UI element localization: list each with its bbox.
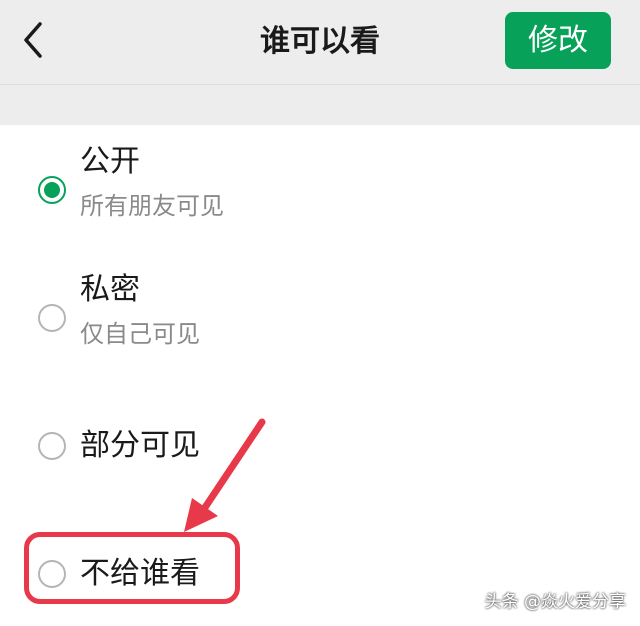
watermark: 头条 @焱火爱分享	[484, 592, 626, 612]
annotation-highlight-box	[24, 532, 240, 604]
option-subtitle: 仅自己可见	[80, 320, 200, 348]
option-title: 公开	[80, 144, 140, 179]
page: 谁可以看 修改 公开 所有朋友可见 私密 仅自己可见 部分可见 不给谁看 头条 …	[0, 0, 640, 626]
nav-bar: 谁可以看 修改	[0, 0, 640, 85]
section-divider	[0, 85, 640, 125]
option-public[interactable]: 公开 所有朋友可见	[0, 140, 640, 230]
annotation-arrow-icon	[184, 418, 266, 532]
radio-unchecked-icon[interactable]	[38, 304, 66, 332]
option-partial[interactable]: 部分可见	[0, 424, 640, 468]
option-private[interactable]: 私密 仅自己可见	[0, 268, 640, 358]
option-title: 私密	[80, 272, 140, 307]
option-subtitle: 所有朋友可见	[80, 192, 224, 220]
radio-unchecked-icon[interactable]	[38, 432, 66, 460]
radio-checked-icon[interactable]	[38, 176, 66, 204]
edit-button[interactable]: 修改	[505, 12, 611, 69]
